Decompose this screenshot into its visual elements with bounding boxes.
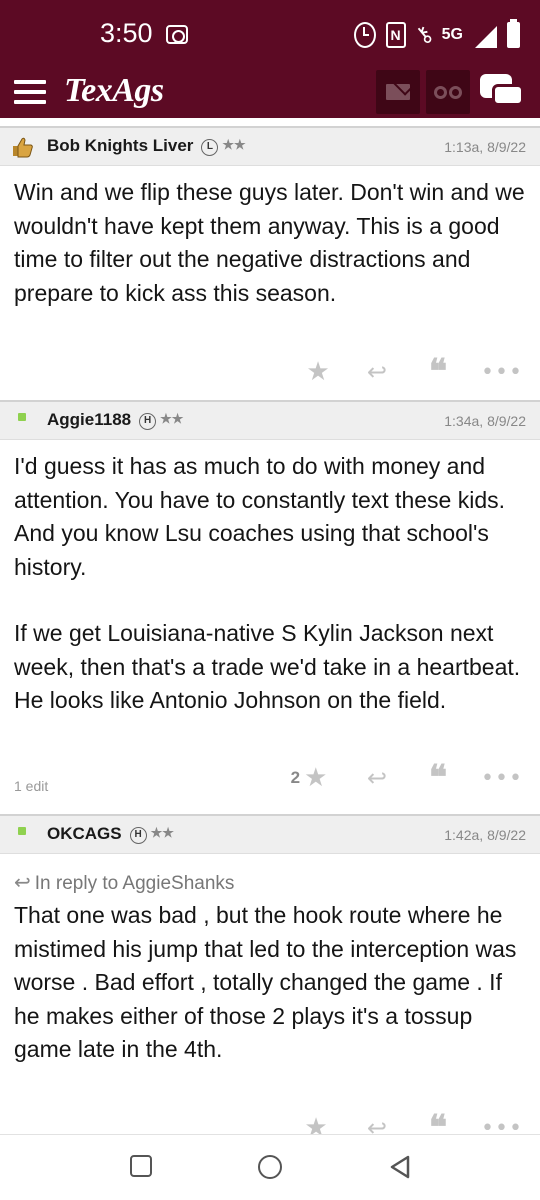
post-time: 1:42a, 8/9/22 bbox=[444, 827, 526, 843]
texags-logo[interactable]: TexAgs bbox=[64, 72, 164, 110]
recent-apps-icon[interactable] bbox=[130, 1155, 152, 1177]
star-button[interactable]: 2 ★ bbox=[286, 760, 332, 796]
post-paragraph: If we get Louisiana-native S Kylin Jacks… bbox=[14, 620, 521, 713]
more-button[interactable]: ••• bbox=[481, 354, 522, 390]
reply-button[interactable]: ↩ bbox=[362, 1110, 392, 1134]
battery-icon bbox=[507, 19, 520, 48]
more-button[interactable]: ••• bbox=[481, 1110, 522, 1135]
post-header: Aggie1188 H ★★ 1:34a, 8/9/22 bbox=[0, 400, 540, 440]
mail-icon bbox=[386, 84, 410, 100]
user-stars: ★★ bbox=[150, 825, 174, 840]
menu-icon[interactable] bbox=[14, 80, 46, 104]
watch-button[interactable] bbox=[426, 70, 470, 114]
chat-icon[interactable] bbox=[480, 74, 526, 112]
star-count: 2 bbox=[290, 768, 301, 787]
post-username[interactable]: Aggie1188 H ★★ bbox=[47, 410, 183, 430]
post-body: Win and we flip these guys later. Don't … bbox=[14, 176, 530, 310]
post-actions: ★ ↩ ❝ ••• bbox=[0, 352, 540, 392]
post-body: I'd guess it has as much to do with mone… bbox=[14, 450, 530, 718]
user-badge: H bbox=[139, 413, 157, 430]
nfc-icon: N bbox=[385, 22, 406, 48]
user-badge: L bbox=[201, 139, 219, 156]
star-button[interactable]: ★ bbox=[300, 354, 332, 390]
post-username[interactable]: OKCAGS H ★★ bbox=[47, 824, 174, 844]
status-icons: N ⚷ 5G bbox=[353, 19, 520, 50]
quote-button[interactable]: ❝ bbox=[424, 352, 452, 392]
user-badge: H bbox=[129, 827, 147, 844]
quote-button[interactable]: ❝ bbox=[424, 758, 452, 798]
reply-arrow-icon: ↩ bbox=[14, 872, 31, 894]
post-username[interactable]: Bob Knights Liver L ★★ bbox=[47, 136, 246, 156]
screen-record-icon bbox=[166, 25, 188, 44]
post-time: 1:34a, 8/9/22 bbox=[444, 413, 526, 429]
binoculars-icon bbox=[434, 85, 462, 99]
star-button[interactable]: ★ bbox=[300, 1110, 332, 1134]
system-nav-bar bbox=[0, 1134, 540, 1200]
more-button[interactable]: ••• bbox=[481, 760, 522, 796]
post-body: That one was bad , but the hook route wh… bbox=[14, 899, 530, 1067]
alarm-icon bbox=[353, 22, 376, 48]
key-icon: ⚷ bbox=[409, 20, 438, 50]
post-header: OKCAGS H ★★ 1:42a, 8/9/22 bbox=[0, 814, 540, 854]
post-actions: 2 ★ ↩ ❝ ••• bbox=[0, 758, 540, 798]
status-time: 3:50 bbox=[100, 18, 153, 48]
signal-icon bbox=[473, 22, 497, 48]
reply-to-link[interactable]: ↩ In reply to AggieShanks bbox=[14, 870, 234, 895]
reply-button[interactable]: ↩ bbox=[362, 354, 392, 390]
user-stars: ★★ bbox=[222, 137, 246, 152]
back-icon[interactable] bbox=[388, 1155, 412, 1179]
thumbs-up-hand-icon bbox=[13, 137, 33, 158]
post-time: 1:13a, 8/9/22 bbox=[444, 139, 526, 155]
post-paragraph: That one was bad , but the hook route wh… bbox=[14, 902, 517, 1062]
user-stars: ★★ bbox=[160, 411, 184, 426]
app-bar: TexAgs bbox=[0, 66, 540, 118]
home-icon[interactable] bbox=[258, 1155, 282, 1179]
quote-button[interactable]: ❝ bbox=[424, 1110, 452, 1134]
post-actions: ★ ↩ ❝ ••• bbox=[0, 1110, 540, 1134]
network-type: 5G bbox=[441, 26, 463, 43]
post-paragraph: I'd guess it has as much to do with mone… bbox=[14, 453, 505, 580]
post-header: Bob Knights Liver L ★★ 1:13a, 8/9/22 bbox=[0, 126, 540, 166]
mail-button[interactable] bbox=[376, 70, 420, 114]
reply-button[interactable]: ↩ bbox=[362, 760, 392, 796]
status-bar: 3:50 N ⚷ 5G bbox=[0, 0, 540, 66]
post-paragraph: Win and we flip these guys later. Don't … bbox=[14, 179, 525, 306]
